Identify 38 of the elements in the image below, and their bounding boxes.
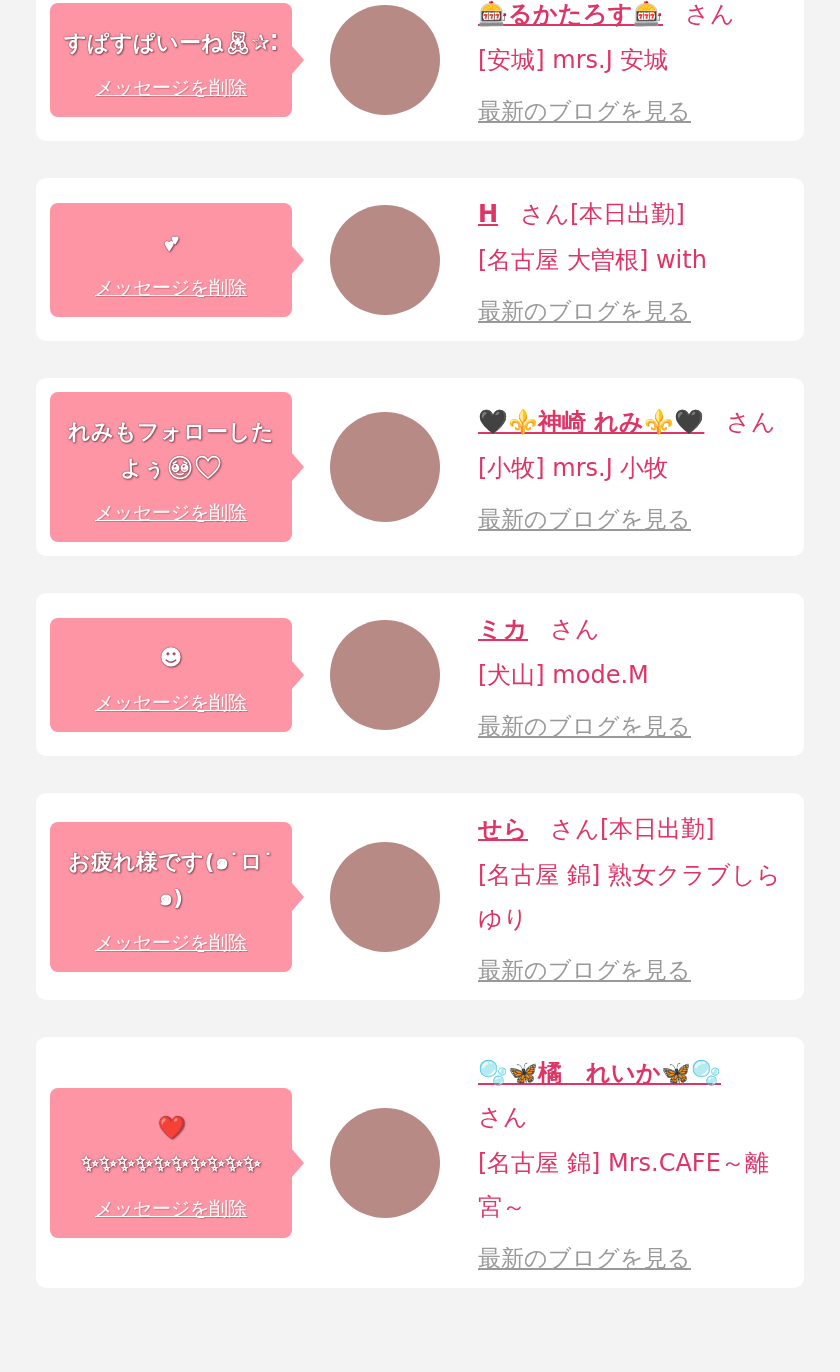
user-name-link[interactable]: ミカ bbox=[478, 615, 528, 643]
honorific-text: さん bbox=[550, 615, 600, 643]
user-name-link[interactable]: 🎰るかたろす🎰 bbox=[478, 0, 663, 28]
delete-message-link[interactable]: メッセージを削除 bbox=[95, 74, 247, 101]
shop-name: [名古屋 大曽根] with bbox=[478, 245, 708, 276]
delete-message-link[interactable]: メッセージを削除 bbox=[95, 1195, 247, 1222]
honorific-text: さん bbox=[478, 1103, 528, 1131]
message-text: すぱすぱいーね🧸✰⁚ bbox=[63, 28, 279, 57]
latest-blog-link[interactable]: 最新のブログを見る bbox=[478, 296, 691, 327]
message-text: ❤ ✨✨✨✨✨✨✨✨✨✨ bbox=[81, 1113, 261, 1178]
honorific-text: さん bbox=[550, 815, 600, 843]
user-name-link[interactable]: せら bbox=[478, 815, 528, 843]
delete-message-link[interactable]: メッセージを削除 bbox=[95, 274, 247, 301]
status-tag: [本日出勤] bbox=[600, 815, 715, 843]
shop-name: [名古屋 錦] Mrs.CAFE～離宮～ bbox=[478, 1148, 770, 1223]
message-text: 💕 bbox=[164, 228, 178, 257]
user-name-link[interactable]: 🫧🦋橘 れいか🦋🫧 bbox=[478, 1059, 721, 1087]
user-name-link[interactable]: H bbox=[478, 200, 499, 228]
status-tag: [本日出勤] bbox=[570, 200, 685, 228]
latest-blog-link[interactable]: 最新のブログを見る bbox=[478, 503, 691, 535]
honorific-text: さん bbox=[726, 407, 777, 436]
message-text: ☻ bbox=[159, 643, 183, 672]
message-text: お疲れ様です(๑˙ロ˙๑) bbox=[67, 847, 275, 912]
user-name-link[interactable]: 🖤⚜神崎 れみ⚜🖤 bbox=[478, 407, 705, 436]
delete-message-link[interactable]: メッセージを削除 bbox=[95, 500, 247, 526]
shop-name: [犬山] mode.M bbox=[478, 660, 650, 691]
latest-blog-link[interactable]: 最新のブログを見る bbox=[478, 96, 691, 127]
message-text: れみもフォローしたよぅ🥹🤍 bbox=[67, 418, 275, 482]
delete-message-link[interactable]: メッセージを削除 bbox=[95, 689, 247, 716]
shop-name: [名古屋 錦] 熟女クラブしらゆり bbox=[478, 860, 782, 935]
latest-blog-link[interactable]: 最新のブログを見る bbox=[478, 1243, 691, 1274]
shop-name: [小牧] mrs.J 小牧 bbox=[478, 452, 670, 484]
honorific-text: さん bbox=[685, 0, 735, 28]
honorific-text: さん bbox=[520, 200, 571, 228]
delete-message-link[interactable]: メッセージを削除 bbox=[95, 929, 247, 956]
latest-blog-link[interactable]: 最新のブログを見る bbox=[478, 711, 691, 742]
shop-name: [安城] mrs.J 安城 bbox=[478, 45, 670, 76]
latest-blog-link[interactable]: 最新のブログを見る bbox=[478, 955, 691, 986]
